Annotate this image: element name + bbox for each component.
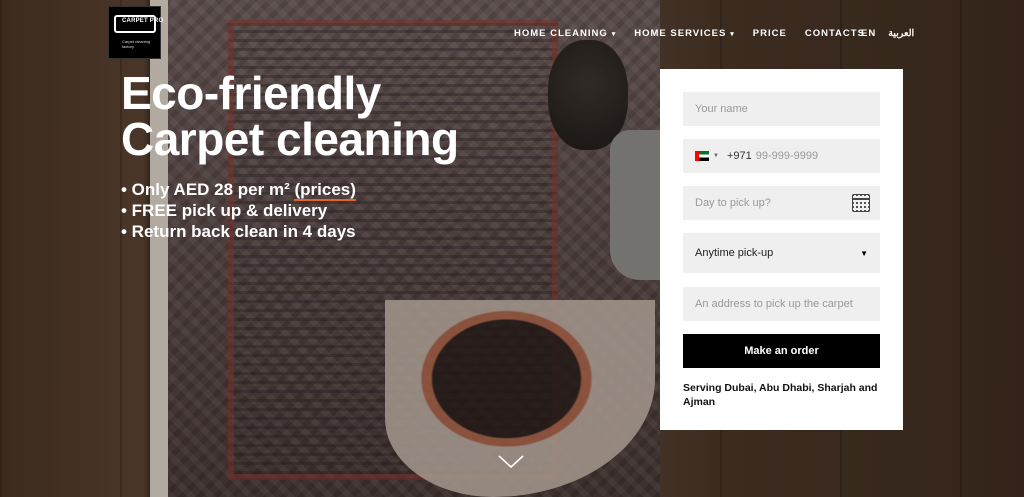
chevron-down-icon[interactable] [498, 455, 524, 469]
headline-line-1: Eco-friendly [121, 67, 381, 119]
caret-down-icon: ▾ [730, 30, 735, 38]
main-nav: HOME CLEANING ▾ HOME SERVICES ▾ PRICE CONT… [514, 28, 883, 39]
hero-bullets: • Only AED 28 per m² (prices) • FREE pic… [121, 179, 356, 242]
nav-item-home-cleaning[interactable]: HOME CLEANING ▾ [514, 28, 616, 39]
address-input[interactable] [683, 287, 880, 321]
uae-flag-icon [695, 151, 709, 161]
order-form: ▼ +971 99-999-9999 Day to pick up? Anyti… [660, 69, 903, 430]
prices-link[interactable]: (prices) [294, 180, 356, 201]
language-switcher: EN العربية [861, 28, 914, 39]
logo-tagline: Carpet cleaning factory [122, 39, 151, 49]
logo-name: CARPET PRO [122, 18, 164, 24]
lang-ar[interactable]: العربية [888, 28, 914, 39]
caret-down-icon: ▼ [713, 153, 719, 159]
bullet-price: • Only AED 28 per m² (prices) [121, 179, 356, 201]
nav-item-label: HOME SERVICES [634, 28, 727, 39]
phone-code: +971 [726, 150, 752, 162]
nav-item-label: CONTACTS [804, 28, 865, 39]
bullet-price-text: • Only AED 28 per m² [121, 180, 295, 199]
serving-areas-text: Serving Dubai, Abu Dhabi, Sharjah and Aj… [683, 382, 878, 408]
nav-item-label: PRICE [752, 28, 787, 39]
nav-item-contacts[interactable]: CONTACTS [805, 28, 865, 39]
make-order-button[interactable]: Make an order [683, 334, 880, 368]
bullet-return: • Return back clean in 4 days [121, 222, 356, 241]
hero-headline: Eco-friendly Carpet cleaning [121, 70, 459, 162]
nav-item-price[interactable]: PRICE [753, 28, 787, 39]
calendar-icon[interactable] [852, 194, 870, 212]
lang-en[interactable]: EN [861, 28, 876, 39]
site-logo[interactable]: CARPET PRO Carpet cleaning factory [108, 6, 164, 59]
pickup-date-placeholder: Day to pick up? [695, 197, 771, 209]
pickup-time-value: Anytime pick-up [695, 247, 774, 259]
name-input[interactable] [683, 92, 880, 126]
headline-line-2: Carpet cleaning [121, 113, 459, 165]
phone-field[interactable]: ▼ +971 99-999-9999 [683, 139, 880, 173]
pickup-time-select[interactable]: Anytime pick-up ▼ [683, 233, 880, 273]
nav-item-label: HOME CLEANING [514, 28, 608, 39]
caret-down-icon: ▼ [860, 248, 868, 258]
bullet-pickup: • FREE pick up & delivery [121, 201, 328, 220]
caret-down-icon: ▾ [611, 30, 617, 38]
pickup-date-input[interactable]: Day to pick up? [683, 186, 880, 220]
phone-placeholder: 99-999-9999 [755, 150, 819, 162]
nav-item-home-services[interactable]: HOME SERVICES ▾ [634, 28, 735, 39]
